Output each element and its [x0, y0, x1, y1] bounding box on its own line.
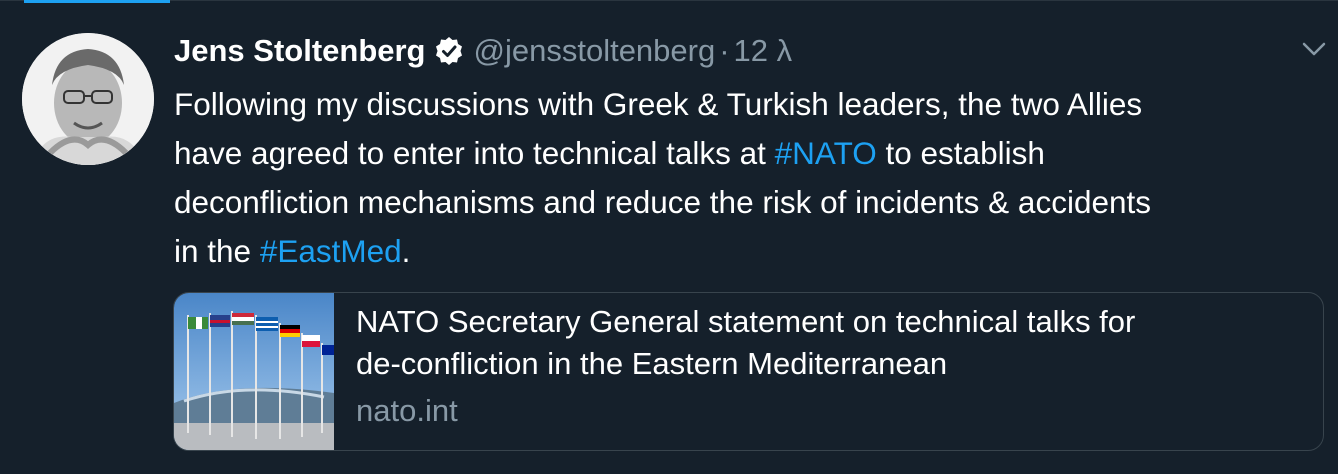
text-segment: have agreed to enter into technical talk… — [174, 135, 775, 171]
avatar[interactable] — [22, 33, 154, 165]
tweet-text-line: have agreed to enter into technical talk… — [174, 129, 1324, 178]
display-name[interactable]: Jens Stoltenberg — [174, 33, 426, 69]
verified-badge-icon — [434, 36, 464, 66]
card-title-line: NATO Secretary General statement on tech… — [356, 304, 1136, 339]
timestamp[interactable]: 12 λ — [734, 33, 793, 69]
text-segment: deconfliction mechanisms and reduce the … — [174, 184, 1152, 220]
top-divider — [0, 0, 1338, 1]
hashtag-link[interactable]: #NATO — [775, 135, 877, 171]
tweet-text: Following my discussions with Greek & Tu… — [174, 80, 1324, 276]
tweet-text-line: in the #EastMed. — [174, 227, 1324, 276]
chevron-down-icon[interactable] — [1300, 38, 1328, 60]
handle[interactable]: @jensstoltenberg — [474, 33, 716, 69]
card-domain: nato.int — [356, 393, 458, 428]
text-segment: Following my discussions with Greek & Tu… — [174, 86, 1143, 122]
text-segment: in the — [174, 233, 260, 269]
card-thumbnail — [174, 293, 334, 450]
card-title: NATO Secretary General statement on tech… — [356, 301, 1307, 385]
nato-flags-photo — [174, 293, 334, 450]
avatar-photo — [22, 33, 154, 165]
text-segment: . — [401, 233, 411, 269]
card-body: NATO Secretary General statement on tech… — [356, 301, 1307, 429]
active-tab-indicator — [24, 0, 170, 3]
text-segment: to establish — [876, 135, 1045, 171]
tweet-header: Jens Stoltenberg @jensstoltenberg · 12 λ — [174, 28, 792, 74]
separator-dot: · — [719, 33, 730, 68]
tweet-text-line: deconfliction mechanisms and reduce the … — [174, 178, 1324, 227]
link-card[interactable]: NATO Secretary General statement on tech… — [173, 292, 1324, 451]
hashtag-link[interactable]: #EastMed — [260, 233, 402, 269]
tweet-text-line: Following my discussions with Greek & Tu… — [174, 80, 1324, 129]
card-title-line: de-confliction in the Eastern Mediterran… — [356, 346, 948, 381]
